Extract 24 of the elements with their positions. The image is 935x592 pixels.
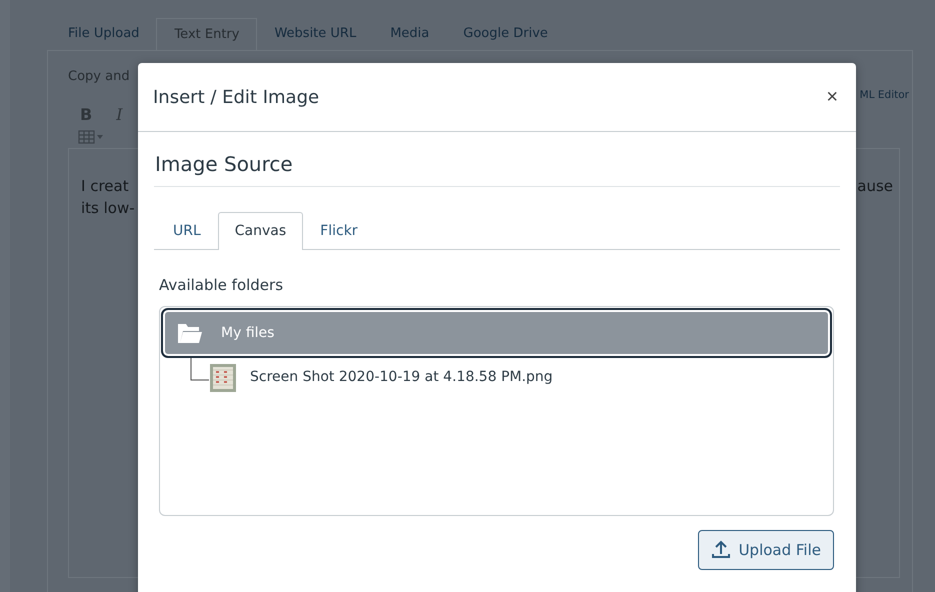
upload-icon <box>710 540 731 560</box>
instructions-text: Copy and <box>68 69 130 84</box>
page-tab[interactable]: File Upload <box>51 18 156 50</box>
image-thumbnail-icon <box>210 364 236 392</box>
source-tab[interactable]: Flickr <box>303 212 375 250</box>
folder-icon <box>177 322 203 344</box>
source-tab[interactable]: URL <box>156 212 218 250</box>
editor-text: I creat <box>81 177 129 195</box>
dialog-title: Insert / Edit Image <box>153 86 320 108</box>
folders-label: Available folders <box>158 275 284 296</box>
table-icon[interactable] <box>78 130 106 144</box>
upload-file-button[interactable]: Upload File <box>698 530 834 570</box>
source-tab[interactable]: Canvas <box>218 212 304 250</box>
editor-text: its low- <box>81 199 136 217</box>
file-item[interactable]: Screen Shot 2020-10-19 at 4.18.58 PM.png <box>250 369 553 392</box>
page-tab[interactable]: Media <box>373 18 446 50</box>
page-tab[interactable]: Google Drive <box>446 18 565 50</box>
close-button[interactable]: × <box>822 86 842 108</box>
editor-text: ause <box>857 177 893 195</box>
folder-item[interactable]: My files <box>163 310 830 356</box>
html-editor-link[interactable]: ML Editor <box>860 89 909 101</box>
page-tab[interactable]: Website URL <box>257 18 374 50</box>
section-heading: Image Source <box>154 132 840 187</box>
page-tab[interactable]: Text Entry <box>156 18 258 50</box>
